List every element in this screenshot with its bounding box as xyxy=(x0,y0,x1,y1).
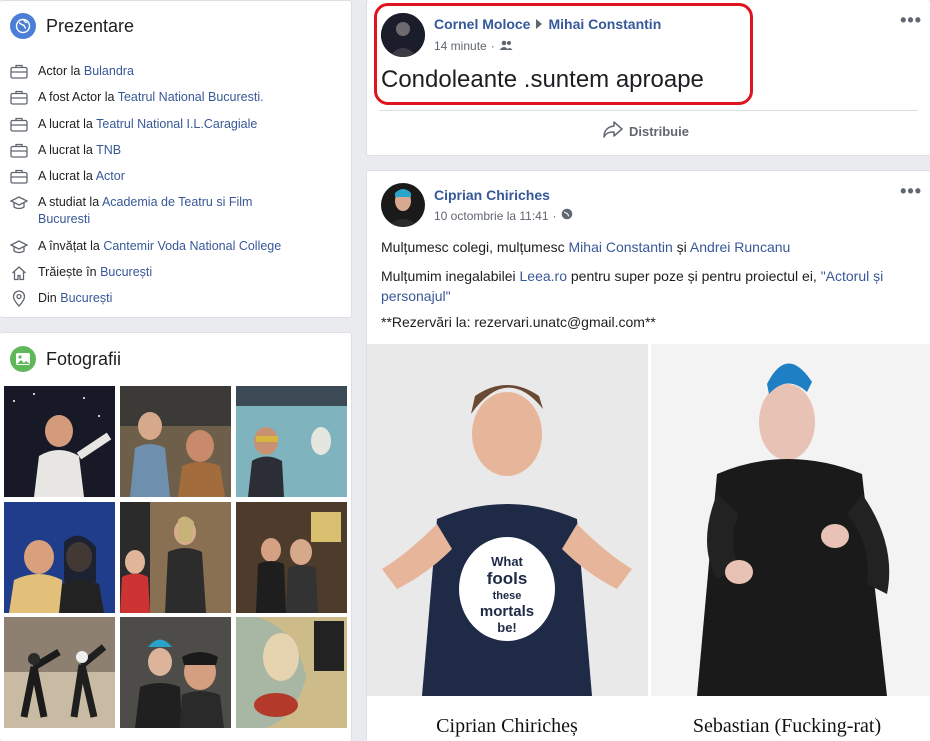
intro-item-label: A lucrat la xyxy=(38,169,96,183)
intro-item-link[interactable]: Teatrul National Bucuresti. xyxy=(118,90,264,104)
photos-title: Fotografii xyxy=(46,348,122,369)
intro-item-link[interactable]: Teatrul National I.L.Caragiale xyxy=(96,117,257,131)
post-timestamp[interactable]: 10 octombrie la 11:41 xyxy=(434,209,549,223)
share-icon xyxy=(603,121,623,142)
intro-item-label: Trăiește în xyxy=(38,265,101,279)
image-caption-right: Sebastian (Fucking-rat) xyxy=(693,715,881,737)
graduation-cap-icon xyxy=(10,194,28,211)
shirt-text: mortals xyxy=(480,603,534,620)
intro-item-link[interactable]: Bulandra xyxy=(84,64,134,78)
more-options-icon[interactable]: ••• xyxy=(900,10,922,31)
share-label: Distribuie xyxy=(629,124,689,139)
intro-item-study-cantemir: A învățat la Cantemir Voda National Coll… xyxy=(10,238,330,255)
post-text-span: și xyxy=(672,239,690,255)
intro-item-label: A lucrat la xyxy=(38,143,97,157)
intro-card: Prezentare Actor la Bulandra A fost Acto… xyxy=(0,0,352,318)
photos-card: Fotografii xyxy=(0,332,352,741)
briefcase-icon xyxy=(10,142,28,159)
intro-item-label: A fost Actor la xyxy=(38,90,118,104)
post-timestamp[interactable]: 14 minute xyxy=(434,39,487,53)
mention-link[interactable]: Leea.ro xyxy=(520,268,567,284)
post-text-line-3: **Rezervări la: rezervari.unatc@gmail.co… xyxy=(381,314,656,330)
photo-thumbnail[interactable] xyxy=(236,386,347,497)
intro-item-label: A învățat la xyxy=(38,239,104,253)
intro-item-link[interactable]: București xyxy=(60,291,112,305)
shirt-text: be! xyxy=(497,620,517,635)
intro-item-label: A lucrat la xyxy=(38,117,97,131)
photo-thumbnail[interactable] xyxy=(120,617,231,728)
shirt-text: fools xyxy=(487,569,528,588)
graduation-cap-icon xyxy=(10,238,28,255)
intro-item-link[interactable]: București xyxy=(100,265,152,279)
intro-item-work-caragiale: A lucrat la Teatrul National I.L.Caragia… xyxy=(10,116,330,133)
intro-item-lives-in: Trăiește în București xyxy=(10,264,330,281)
share-button[interactable]: Distribuie xyxy=(603,121,689,142)
shirt-text: these xyxy=(493,590,522,602)
post-author-link[interactable]: Cornel Moloce xyxy=(434,16,530,32)
intro-item-work-tnb: A lucrat la TNB xyxy=(10,142,330,159)
divider xyxy=(379,110,918,111)
intro-item-link[interactable]: Actor xyxy=(96,169,125,183)
intro-item-work-bulandra: Actor la Bulandra xyxy=(10,63,330,80)
post-image[interactable]: What fools these mortals be! Ciprian Chi… xyxy=(367,344,930,741)
post-text-span: Mulțumim inegalabilei xyxy=(381,268,520,284)
briefcase-icon xyxy=(10,168,28,185)
intro-item-from: Din București xyxy=(10,290,330,307)
intro-item-label: A studiat la xyxy=(38,195,102,209)
briefcase-icon xyxy=(10,63,28,80)
mention-link[interactable]: Andrei Runcanu xyxy=(690,239,790,255)
intro-item-work-tnb-old: A fost Actor la Teatrul National Bucures… xyxy=(10,89,330,106)
intro-item-study-academia: A studiat la Academia de Teatru si Film … xyxy=(10,194,260,228)
author-avatar[interactable] xyxy=(381,183,425,227)
photo-thumbnail[interactable] xyxy=(236,617,347,728)
post-text-line-1: Mulțumesc colegi, mulțumesc Mihai Consta… xyxy=(381,238,790,257)
intro-item-label: Actor la xyxy=(38,64,84,78)
post-card: Ciprian Chiriches 10 octombrie la 11:41 … xyxy=(366,170,930,741)
photos-header: Fotografii xyxy=(0,333,351,385)
post-author-link[interactable]: Ciprian Chiriches xyxy=(434,187,550,203)
author-avatar[interactable] xyxy=(381,13,425,57)
intro-item-link[interactable]: Cantemir Voda National College xyxy=(103,239,281,253)
post-text: Condoleante .suntem aproape xyxy=(381,66,704,93)
intro-item-link[interactable]: TNB xyxy=(96,143,121,157)
friends-audience-icon[interactable] xyxy=(499,39,513,53)
intro-item-label: Din xyxy=(38,291,61,305)
briefcase-icon xyxy=(10,116,28,133)
post-meta: 14 minute · xyxy=(434,39,513,53)
post-card: Cornel Moloce Mihai Constantin 14 minute… xyxy=(366,0,930,156)
briefcase-icon xyxy=(10,89,28,106)
post-text-span: Mulțumesc colegi, mulțumesc xyxy=(381,239,569,255)
photo-thumbnail[interactable] xyxy=(4,617,115,728)
post-text-span: pentru super poze și pentru proiectul ei… xyxy=(567,268,821,284)
intro-header: Prezentare xyxy=(0,1,351,51)
intro-item-work-actor: A lucrat la Actor xyxy=(10,168,330,185)
photo-thumbnail[interactable] xyxy=(4,386,115,497)
image-caption-left: Ciprian Chiricheș xyxy=(436,715,578,737)
globe-icon xyxy=(10,13,36,39)
post-target-link[interactable]: Mihai Constantin xyxy=(548,16,661,32)
triangle-right-icon xyxy=(536,19,543,29)
photo-thumbnail[interactable] xyxy=(236,502,347,613)
location-pin-icon xyxy=(10,290,28,307)
more-options-icon[interactable]: ••• xyxy=(900,181,922,202)
intro-title: Prezentare xyxy=(46,15,135,36)
post-header: Cornel Moloce Mihai Constantin xyxy=(434,16,661,32)
photo-icon xyxy=(10,346,36,372)
photo-thumbnail[interactable] xyxy=(120,502,231,613)
post-meta: 10 octombrie la 11:41 · xyxy=(434,208,573,223)
photo-thumbnail[interactable] xyxy=(120,386,231,497)
mention-link[interactable]: Mihai Constantin xyxy=(569,239,673,255)
shirt-text: What xyxy=(491,554,523,569)
photo-thumbnail[interactable] xyxy=(4,502,115,613)
post-text-line-2: Mulțumim inegalabilei Leea.ro pentru sup… xyxy=(381,266,921,306)
home-icon xyxy=(10,264,28,281)
public-globe-icon[interactable] xyxy=(561,208,573,223)
